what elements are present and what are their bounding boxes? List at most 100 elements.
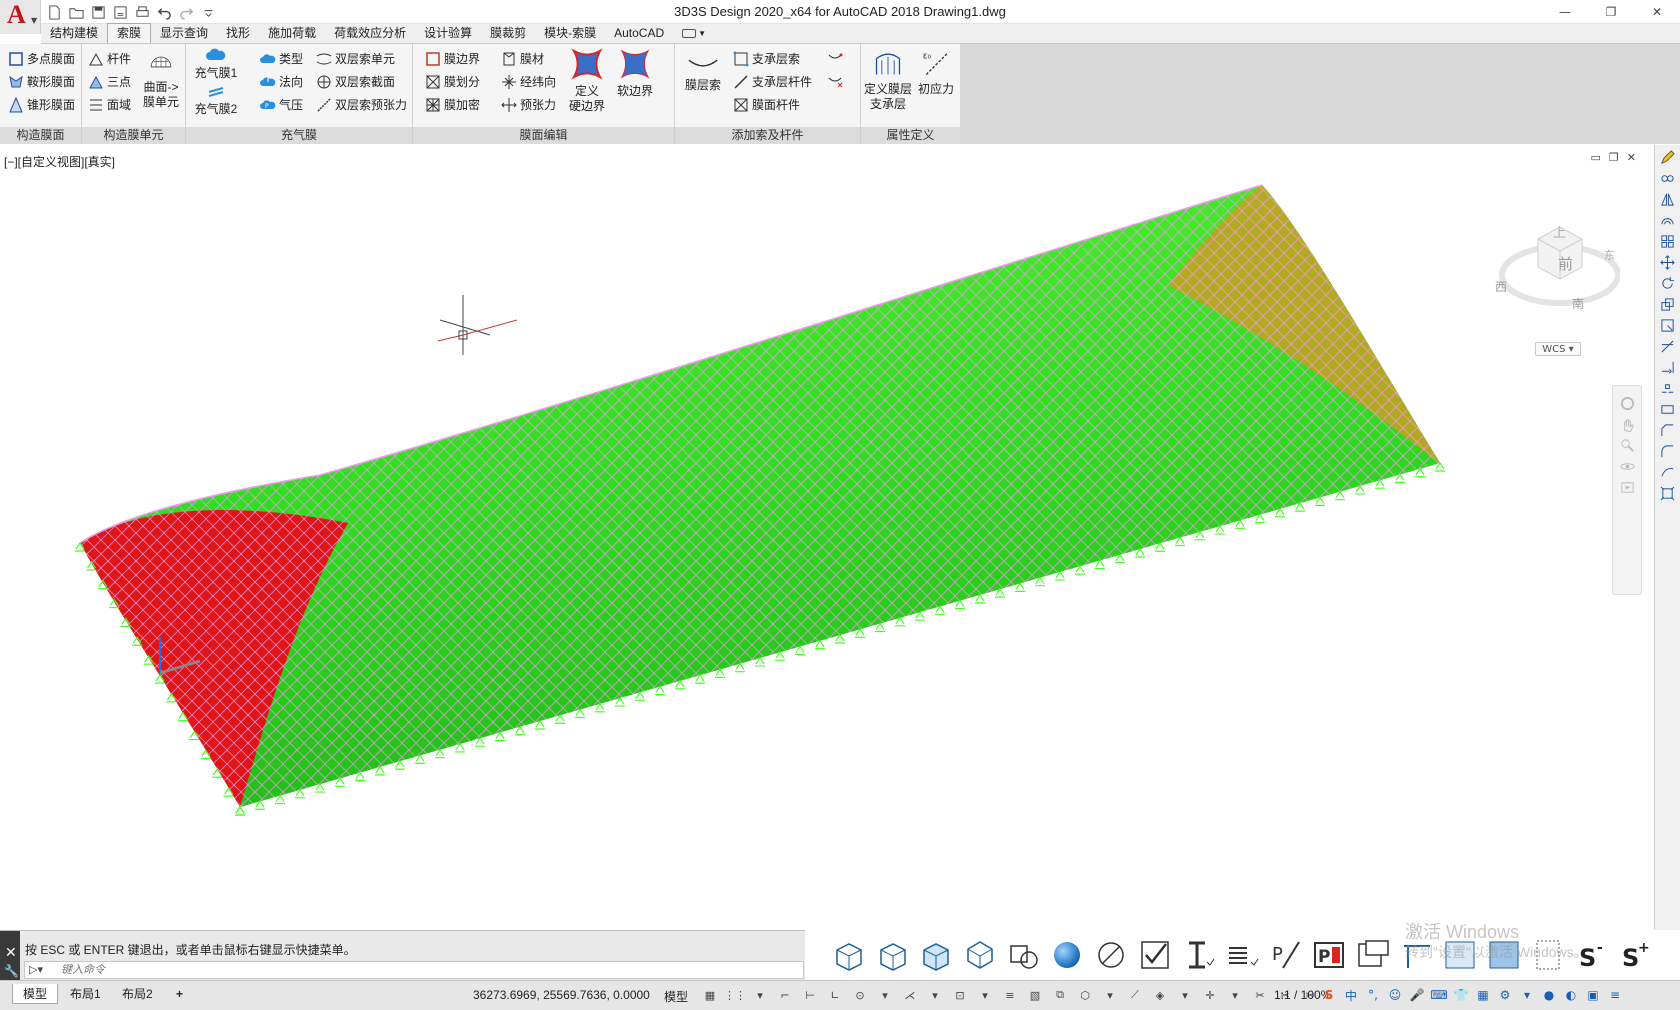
window-tile-button[interactable] bbox=[1354, 936, 1392, 974]
inflatable-1-button[interactable]: 充气膜1 bbox=[194, 48, 238, 81]
membrane-bar-button[interactable]: 膜面杆件 bbox=[733, 96, 800, 113]
initial-stress-button[interactable]: ε₀ 初应力 bbox=[913, 48, 959, 97]
type-button[interactable]: 类型 bbox=[260, 50, 303, 67]
wcs-menu[interactable]: WCS ▾ bbox=[1535, 342, 1581, 356]
object-snap-icon[interactable]: ⊡ bbox=[950, 985, 970, 1005]
showmotion-button[interactable] bbox=[1617, 478, 1637, 496]
orbit-button[interactable] bbox=[1617, 457, 1637, 475]
zoom-button[interactable] bbox=[1617, 436, 1637, 454]
view-cube-south-label[interactable]: 南 bbox=[1572, 296, 1584, 311]
transparency-icon[interactable]: ▧ bbox=[1025, 985, 1045, 1005]
tab-display-query[interactable]: 显示查询 bbox=[151, 24, 217, 43]
membrane-model-scene[interactable] bbox=[0, 145, 1654, 930]
command-prompt-icon[interactable]: ▷▾ bbox=[29, 963, 43, 976]
palette-tool-offset[interactable] bbox=[1658, 211, 1678, 229]
check-button[interactable] bbox=[1136, 936, 1174, 974]
plot-button[interactable] bbox=[133, 3, 151, 21]
palette-tool-stretch[interactable] bbox=[1658, 316, 1678, 334]
3d-osnap-icon[interactable]: ⬡ bbox=[1075, 985, 1095, 1005]
new-file-button[interactable] bbox=[45, 3, 63, 21]
ime-toolbox-icon[interactable]: ▦ bbox=[1474, 986, 1492, 1004]
selection-cycling-icon[interactable]: ⧉ bbox=[1050, 985, 1070, 1005]
hidden-line-button[interactable] bbox=[874, 936, 912, 974]
pen-slash-button[interactable]: P bbox=[1267, 936, 1305, 974]
tab-module-membrane[interactable]: 模块-索膜 bbox=[535, 24, 605, 43]
box-wireframe-button[interactable] bbox=[830, 936, 868, 974]
cable-tool-a-button[interactable] bbox=[827, 50, 843, 66]
snap-icon[interactable]: ⋮⋮ bbox=[724, 985, 746, 1005]
viewport-minimize-button[interactable]: ▭ bbox=[1591, 151, 1601, 164]
clean-screen-icon[interactable]: ▣ bbox=[1584, 986, 1602, 1004]
cable-tool-b-button[interactable] bbox=[827, 73, 843, 89]
palette-tool-array[interactable] bbox=[1658, 232, 1678, 250]
customize-wrench-icon[interactable]: 🔧 bbox=[4, 964, 19, 978]
i-beam-button[interactable] bbox=[1180, 936, 1218, 974]
viewport-label[interactable]: [−][自定义视图][真实] bbox=[4, 153, 115, 170]
drawing-viewport[interactable]: [−][自定义视图][真实] ▭ ❐ ✕ 上 前 西 东 南 WCS ▾ bbox=[0, 145, 1654, 930]
shaded-box-button[interactable] bbox=[917, 936, 955, 974]
minimize-button[interactable]: — bbox=[1542, 0, 1588, 24]
add-layout-button[interactable]: + bbox=[166, 984, 193, 1004]
view-cube-west-label[interactable]: 西 bbox=[1495, 280, 1507, 294]
dynamic-input-icon[interactable]: ⊢ bbox=[800, 985, 820, 1005]
viewport-restore-button[interactable]: ❐ bbox=[1609, 151, 1619, 164]
tab-membrane-cutting[interactable]: 膜裁剪 bbox=[481, 24, 535, 43]
tab-structure-modeling[interactable]: 结构建模 bbox=[41, 24, 107, 43]
region-button[interactable]: 面域 bbox=[88, 96, 131, 113]
membrane-divide-button[interactable]: 膜划分 bbox=[425, 73, 480, 90]
grid-icon[interactable]: ▦ bbox=[700, 985, 720, 1005]
annotation-visibility-icon[interactable]: ✂ bbox=[1250, 985, 1270, 1005]
view-cube-front-label[interactable]: 前 bbox=[1558, 255, 1573, 273]
define-membrane-layer-button[interactable]: 定义膜层 支承层 bbox=[863, 48, 913, 112]
saddle-membrane-button[interactable]: 鞍形膜面 bbox=[8, 73, 75, 90]
layout-tab-2[interactable]: 布局2 bbox=[112, 984, 163, 1004]
sogou-ime-icon[interactable]: S bbox=[1320, 986, 1338, 1004]
chevron-down-icon[interactable]: ▾ bbox=[1100, 985, 1120, 1005]
membrane-material-button[interactable]: 膜材 bbox=[501, 50, 544, 67]
tab-autocad[interactable]: AutoCAD bbox=[605, 24, 673, 43]
tab-form-finding[interactable]: 找形 bbox=[217, 24, 259, 43]
palette-tool-scale[interactable] bbox=[1658, 295, 1678, 313]
layers-button[interactable] bbox=[1223, 936, 1261, 974]
pan-button[interactable] bbox=[1617, 415, 1637, 433]
undo-button[interactable] bbox=[155, 3, 173, 21]
view-cube-top-label[interactable]: 上 bbox=[1553, 226, 1566, 241]
close-command-line-button[interactable]: ✕ bbox=[5, 945, 17, 961]
infer-constraints-icon[interactable]: ⌐ bbox=[775, 985, 795, 1005]
support-bar-button[interactable]: 支承层杆件 bbox=[733, 73, 812, 90]
ribbon-options-button[interactable]: ▼ bbox=[673, 24, 715, 43]
layout-tab-1[interactable]: 布局1 bbox=[60, 984, 111, 1004]
multi-point-membrane-button[interactable]: 多点膜面 bbox=[8, 50, 75, 67]
customize-qat-button[interactable] bbox=[199, 3, 217, 21]
ime-voice-icon[interactable]: 🎤 bbox=[1408, 986, 1426, 1004]
cursor-coordinates[interactable]: 36273.6969, 25569.7636, 0.0000 bbox=[473, 988, 650, 1002]
command-input[interactable] bbox=[61, 963, 761, 977]
isometric-icon[interactable]: ⋌ bbox=[900, 985, 920, 1005]
chevron-down-icon[interactable]: ▾ bbox=[925, 985, 945, 1005]
close-button[interactable]: ✕ bbox=[1634, 0, 1680, 24]
membrane-refine-button[interactable]: 膜加密 bbox=[425, 96, 480, 113]
save-as-button[interactable] bbox=[111, 3, 129, 21]
soft-boundary-button[interactable]: 软边界 bbox=[611, 48, 659, 99]
save-button[interactable] bbox=[89, 3, 107, 21]
tab-design-check[interactable]: 设计验算 bbox=[415, 24, 481, 43]
ime-keyboard-icon[interactable]: ⌨ bbox=[1430, 986, 1448, 1004]
ime-chinese-icon[interactable]: 中 bbox=[1342, 986, 1360, 1004]
hardware-acceleration-icon[interactable]: ● bbox=[1540, 986, 1558, 1004]
tab-cable-membrane[interactable]: 索膜 bbox=[107, 23, 152, 43]
isolate-objects-icon[interactable]: ◐ bbox=[1562, 986, 1580, 1004]
chevron-down-icon[interactable]: ▾ bbox=[750, 985, 770, 1005]
ime-skin-icon[interactable]: 👕 bbox=[1452, 986, 1470, 1004]
ime-punctuation-icon[interactable]: °, bbox=[1364, 986, 1382, 1004]
open-button[interactable] bbox=[67, 3, 85, 21]
define-hard-boundary-button[interactable]: 定义 硬边界 bbox=[563, 48, 611, 114]
ortho-icon[interactable]: ∟ bbox=[825, 985, 845, 1005]
double-cable-pretension-button[interactable]: 双层索预张力 bbox=[316, 96, 407, 113]
customize-icon[interactable]: ≡ bbox=[1606, 986, 1624, 1004]
double-cable-section-button[interactable]: 双层索截面 bbox=[316, 73, 395, 90]
chevron-down-icon[interactable]: ▾ bbox=[975, 985, 995, 1005]
palette-tool-blend[interactable] bbox=[1658, 463, 1678, 481]
dynamic-ucs-icon[interactable]: ⟋ bbox=[1125, 985, 1145, 1005]
polar-tracking-icon[interactable]: ⊙ bbox=[850, 985, 870, 1005]
palette-tool-join[interactable] bbox=[1658, 400, 1678, 418]
